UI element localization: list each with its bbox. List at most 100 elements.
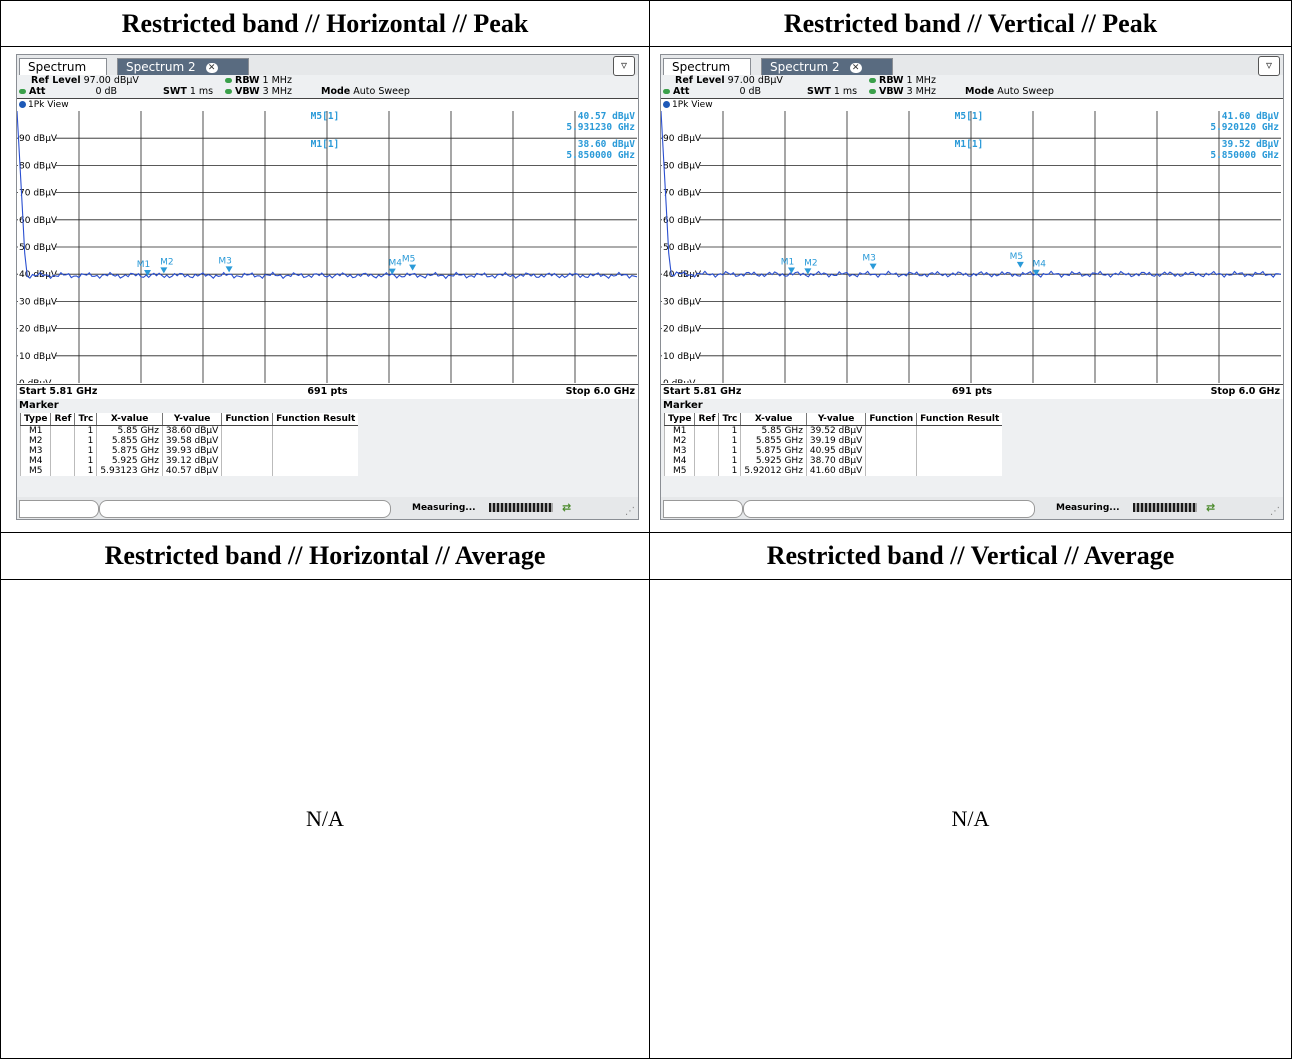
marker-col-header: Function Result (272, 413, 359, 426)
sweep-range-row: Start 5.81 GHz 691 pts Stop 6.0 GHz (661, 384, 1283, 399)
tab-label: Spectrum 2 (770, 60, 840, 74)
status-dot-icon (225, 78, 232, 83)
y-tick-label: 90 dBµV (19, 134, 58, 144)
marker-row: M1 1 5.85 GHz 39.52 dBµV (663, 425, 1003, 436)
marker-cell-x: 5.93123 GHz (96, 466, 163, 476)
ref-level-info: Ref Level 97.00 dBµV (675, 75, 783, 86)
marker-cell-y: 39.58 dBµV (161, 436, 222, 446)
header-horizontal-average: Restricted band // Horizontal // Average (0, 532, 650, 580)
marker-col-header: Y-value (161, 413, 222, 426)
marker-row: M5 1 5.93123 GHz 40.57 dBµV (19, 466, 359, 476)
marker-cell-function (221, 456, 273, 466)
mode-info: Mode Auto Sweep (321, 86, 410, 97)
tab-spectrum[interactable]: Spectrum (19, 58, 107, 75)
status-dot-icon (869, 78, 876, 83)
status-text: Measuring... (1056, 503, 1120, 513)
marker-cell-ref (694, 425, 719, 436)
y-tick-label: 10 dBµV (663, 352, 702, 362)
marker-cell-trc: 1 (74, 466, 97, 476)
marker-cell-trc: 1 (74, 446, 97, 456)
marker-readout-frequency: 5.920120 GHz (1210, 122, 1279, 133)
resize-grip-icon[interactable]: ⋰ (625, 506, 635, 517)
marker-cell-function-result (272, 466, 359, 476)
tab-spectrum-2[interactable]: Spectrum 2 ✕ (117, 58, 249, 75)
view-label: 1Pk View (663, 100, 713, 110)
marker-cell-trc: 1 (74, 425, 97, 436)
marker-readout-name: M5[1] (955, 111, 984, 122)
marker-plot-label: M5 (1010, 252, 1024, 262)
marker-cell-y: 38.60 dBµV (161, 425, 222, 436)
menu-dropdown-icon[interactable]: ▿ (1258, 56, 1280, 76)
marker-cell-x: 5.875 GHz (96, 446, 163, 456)
tab-bar: Spectrum Spectrum 2 ✕ ▿ (17, 55, 638, 76)
marker-cell-type: M1 (663, 425, 695, 436)
marker-cell-function-result (916, 436, 1003, 446)
close-icon[interactable]: ✕ (205, 62, 218, 73)
swt-info: SWT 1 ms (807, 86, 858, 97)
marker-cell-function-result (272, 456, 359, 466)
y-tick-label: 60 dBµV (663, 216, 702, 226)
menu-dropdown-icon[interactable]: ▿ (613, 56, 635, 76)
marker-table-title: Marker (19, 400, 59, 411)
att-info: Att 0 dB (663, 86, 761, 97)
plot-area: 1Pk View 90 dBµV 80 dBµV 70 dBµV 60 dBµV 50 … (661, 98, 1283, 386)
status-field-left (19, 500, 99, 518)
swt-info: SWT 1 ms (163, 86, 214, 97)
marker-table-title: Marker (663, 400, 703, 411)
y-tick-label: 80 dBµV (19, 161, 58, 171)
cell-vertical-average: N/A (649, 579, 1292, 1059)
spectrum-analyzer-screen-vertical: Spectrum Spectrum 2 ✕ ▿ Ref Level 97.00 d… (660, 54, 1284, 520)
tab-spectrum-2[interactable]: Spectrum 2 ✕ (761, 58, 893, 75)
trace-dot-icon (19, 101, 26, 108)
marker-cell-function (865, 425, 917, 436)
marker-cell-y: 41.60 dBµV (805, 466, 866, 476)
marker-cell-ref (694, 456, 719, 466)
close-icon[interactable]: ✕ (849, 62, 862, 73)
marker-triangle (869, 263, 877, 270)
stop-frequency: Stop 6.0 GHz (1210, 386, 1280, 397)
marker-cell-function (865, 446, 917, 456)
marker-plot-label: M2 (804, 258, 818, 268)
header-horizontal-peak: Restricted band // Horizontal // Peak (0, 0, 650, 47)
marker-plot-label: M3 (862, 254, 876, 264)
marker-table: Type Ref Trc X-value Y-value Function Function… (19, 413, 359, 476)
marker-col-header: Type (19, 413, 51, 426)
trace-dot-icon (663, 101, 670, 108)
marker-cell-ref (50, 466, 75, 476)
header-vertical-peak: Restricted band // Vertical // Peak (649, 0, 1292, 47)
marker-cell-x: 5.85 GHz (96, 425, 163, 436)
marker-cell-function-result (272, 446, 359, 456)
marker-readout-value: 40.57 dBµV (578, 111, 635, 122)
marker-cell-ref (50, 446, 75, 456)
tab-label: Spectrum (28, 60, 87, 74)
tab-label: Spectrum (672, 60, 731, 74)
marker-row: M2 1 5.855 GHz 39.19 dBµV (663, 436, 1003, 446)
marker-triangle (388, 268, 396, 275)
marker-cell-function (221, 425, 273, 436)
marker-cell-ref (694, 446, 719, 456)
progress-bar (1133, 503, 1197, 512)
plot-area: 1Pk View 90 dBµV 80 dBµV 70 dBµV 60 dBµV 50 … (17, 98, 638, 386)
marker-col-header: Y-value (805, 413, 866, 426)
marker-col-header: X-value (96, 413, 163, 426)
marker-plot-label: M5 (402, 255, 416, 265)
marker-triangle (160, 267, 168, 274)
marker-cell-type: M5 (663, 466, 695, 476)
status-field-message (99, 500, 391, 518)
marker-triangle (1016, 261, 1024, 268)
marker-cell-ref (50, 456, 75, 466)
y-tick-label: 10 dBµV (19, 352, 58, 362)
marker-row: M5 1 5.92012 GHz 41.60 dBµV (663, 466, 1003, 476)
marker-row: M4 1 5.925 GHz 38.70 dBµV (663, 456, 1003, 466)
marker-col-header: Ref (50, 413, 75, 426)
status-field-left (663, 500, 743, 518)
y-tick-label: 80 dBµV (663, 161, 702, 171)
tab-spectrum[interactable]: Spectrum (663, 58, 751, 75)
network-activity-icon: ⇄ (562, 501, 572, 514)
resize-grip-icon[interactable]: ⋰ (1270, 506, 1280, 517)
marker-cell-function-result (916, 446, 1003, 456)
na-text: N/A (951, 806, 990, 831)
status-dot-icon (225, 89, 232, 94)
marker-readout-value: 39.52 dBµV (1222, 139, 1279, 150)
status-field-message (743, 500, 1035, 518)
